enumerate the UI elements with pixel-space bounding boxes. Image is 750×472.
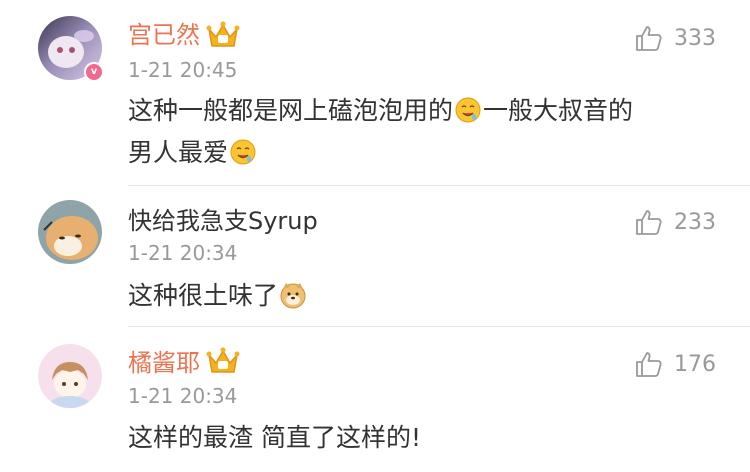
like-button[interactable]: 233	[634, 206, 716, 238]
vip-crown-icon	[206, 21, 240, 47]
username[interactable]: 橘酱耶	[128, 348, 200, 378]
timestamp: 1-21 20:34	[128, 241, 238, 265]
comment-text: 这种一般都是网上磕泡泡用的 一般大叔音的 男人最爱	[128, 90, 718, 174]
verified-badge: v	[84, 62, 104, 82]
thumbs-up-icon	[636, 352, 662, 377]
comment-text-segment: 一般大叔音的	[483, 96, 634, 125]
avatar-image	[38, 200, 102, 264]
like-count: 176	[674, 351, 716, 377]
timestamp: 1-21 20:34	[128, 384, 238, 408]
like-button[interactable]: 176	[634, 348, 716, 380]
comment-item: 橘酱耶 1-21 20:34 176 这样的最渣 简直了这样的!	[0, 327, 750, 472]
doge-emoji	[280, 283, 306, 309]
avatar[interactable]	[38, 200, 102, 264]
like-button[interactable]: 333	[634, 22, 716, 54]
avatar[interactable]	[38, 344, 102, 408]
like-count: 233	[674, 209, 716, 235]
thumbs-up-icon	[636, 210, 662, 235]
username[interactable]: 宫已然	[128, 20, 200, 50]
comment-text-segment: 男人最爱	[128, 138, 229, 167]
comment-text-segment: 这样的最渣 简直了这样的!	[128, 423, 421, 452]
like-count: 333	[674, 25, 716, 51]
username[interactable]: 快给我急支Syrup	[128, 206, 318, 236]
comment-text: 这样的最渣 简直了这样的!	[128, 417, 718, 459]
avatar-image	[38, 344, 102, 408]
thumbs-up-icon	[636, 26, 662, 51]
drooling-face-emoji	[455, 97, 481, 123]
comment-text-segment: 这种一般都是网上磕泡泡用的	[128, 96, 454, 125]
comment-text-segment: 这种很土味了	[128, 281, 279, 310]
comment-item: 快给我急支Syrup 1-21 20:34 233 这种很土味了	[0, 186, 750, 327]
vip-crown-icon	[206, 347, 240, 373]
drooling-face-emoji	[230, 139, 256, 165]
comment-item: v 宫已然 1-21 20:45 333 这种一般都是网上磕泡泡用的 一般大叔音的…	[0, 0, 750, 186]
timestamp: 1-21 20:45	[128, 58, 238, 82]
comment-text: 这种很土味了	[128, 275, 718, 317]
